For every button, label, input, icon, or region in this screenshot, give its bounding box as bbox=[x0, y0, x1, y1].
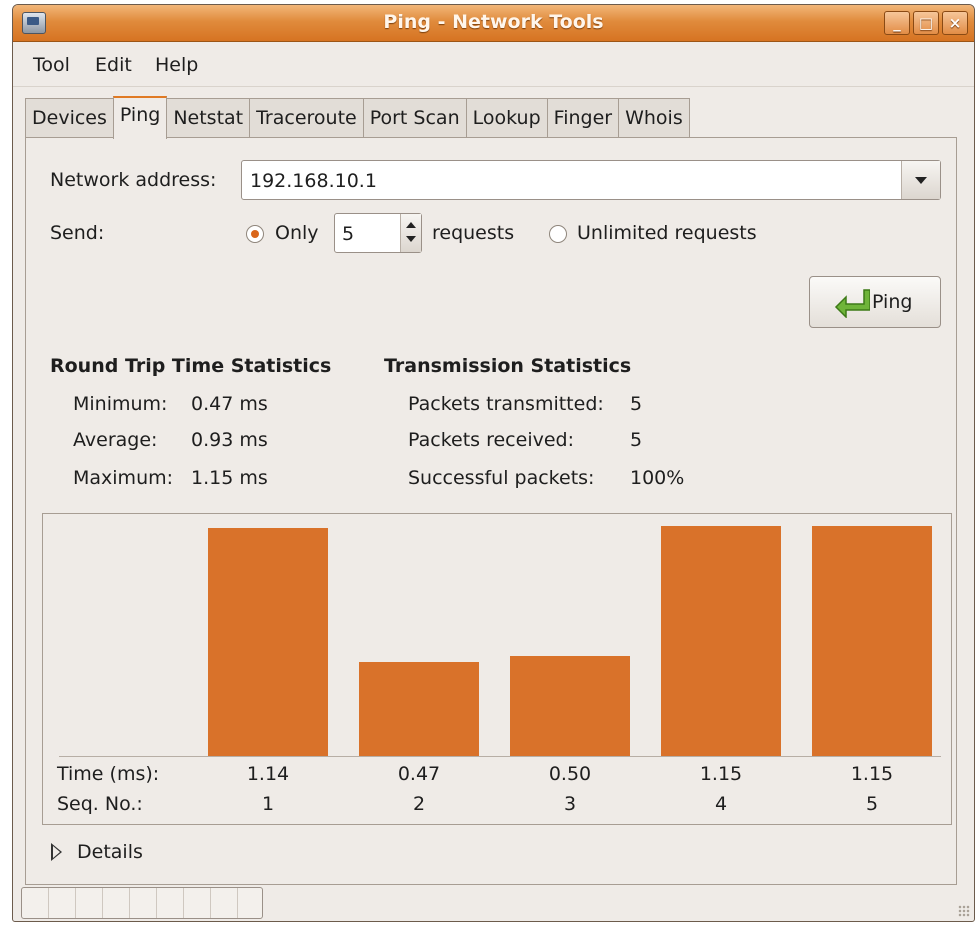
menu-edit[interactable]: Edit bbox=[95, 54, 132, 76]
rtt-min-value: 0.47 ms bbox=[191, 393, 268, 415]
seq-number-label: 4 bbox=[715, 793, 727, 815]
seq-row-label: Seq. No.: bbox=[57, 793, 143, 815]
app-window: Ping - Network Tools _ □ × Tool Edit Hel… bbox=[12, 4, 975, 922]
tab-traceroute[interactable]: Traceroute bbox=[249, 98, 364, 138]
menubar: Tool Edit Help bbox=[13, 42, 974, 87]
menu-tool[interactable]: Tool bbox=[33, 54, 70, 76]
rtt-heading: Round Trip Time Statistics bbox=[50, 355, 332, 377]
time-value-label: 0.50 bbox=[549, 763, 591, 785]
tab-strip: Devices Ping Netstat Traceroute Port Sca… bbox=[25, 96, 690, 139]
seq-number-label: 1 bbox=[262, 793, 274, 815]
tab-ping[interactable]: Ping bbox=[112, 96, 168, 139]
time-value-label: 1.15 bbox=[700, 763, 742, 785]
maximize-button[interactable]: □ bbox=[913, 11, 939, 35]
request-count-value[interactable]: 5 bbox=[342, 223, 354, 245]
time-value-label: 1.15 bbox=[851, 763, 893, 785]
packets-transmitted-label: Packets transmitted: bbox=[408, 393, 604, 415]
packets-received-value: 5 bbox=[630, 429, 643, 451]
transmission-heading: Transmission Statistics bbox=[384, 355, 632, 377]
expander-triangle-icon[interactable] bbox=[51, 843, 62, 861]
chart-bar bbox=[208, 528, 328, 756]
ping-button[interactable]: Ping bbox=[809, 276, 941, 328]
tab-lookup[interactable]: Lookup bbox=[465, 98, 548, 138]
seq-number-label: 3 bbox=[564, 793, 576, 815]
menu-help[interactable]: Help bbox=[155, 54, 198, 76]
time-value-label: 0.47 bbox=[398, 763, 440, 785]
tab-devices[interactable]: Devices bbox=[25, 98, 114, 138]
requests-label: requests bbox=[432, 222, 515, 244]
time-value-label: 1.14 bbox=[247, 763, 289, 785]
send-label: Send: bbox=[50, 222, 105, 244]
resize-grip-icon[interactable] bbox=[958, 905, 970, 917]
only-radio-label[interactable]: Only bbox=[275, 222, 319, 244]
tab-port-scan[interactable]: Port Scan bbox=[362, 98, 467, 138]
packets-transmitted-value: 5 bbox=[630, 393, 643, 415]
rtt-max-label: Maximum: bbox=[73, 467, 174, 489]
time-row-label: Time (ms): bbox=[56, 763, 159, 785]
network-address-combo[interactable]: 192.168.10.1 bbox=[241, 160, 941, 200]
seq-number-label: 2 bbox=[413, 793, 425, 815]
successful-packets-label: Successful packets: bbox=[408, 467, 595, 489]
tab-finger[interactable]: Finger bbox=[546, 98, 620, 138]
ping-button-label: Ping bbox=[872, 291, 913, 313]
only-radio[interactable] bbox=[246, 225, 264, 243]
rtt-chart: 1.14 1 0.47 2 0.50 3 1.15 4 1.15 5 Time (ms): Seq. … bbox=[42, 513, 952, 825]
rtt-avg-value: 0.93 ms bbox=[191, 429, 268, 451]
minimize-button[interactable]: _ bbox=[884, 11, 910, 35]
request-count-spinner[interactable]: 5 bbox=[334, 213, 422, 253]
unlimited-radio-label[interactable]: Unlimited requests bbox=[577, 222, 757, 244]
close-button[interactable]: × bbox=[942, 11, 968, 35]
rtt-max-value: 1.15 ms bbox=[191, 467, 268, 489]
tab-whois[interactable]: Whois bbox=[618, 98, 690, 138]
rtt-min-label: Minimum: bbox=[73, 393, 168, 415]
window-title: Ping - Network Tools bbox=[383, 11, 604, 33]
details-expander-label[interactable]: Details bbox=[77, 841, 143, 863]
seq-number-label: 5 bbox=[866, 793, 878, 815]
successful-packets-value: 100% bbox=[630, 467, 685, 489]
unlimited-radio[interactable] bbox=[549, 225, 567, 243]
chart-bar bbox=[812, 526, 932, 756]
network-address-label: Network address: bbox=[50, 169, 217, 191]
enter-arrow-icon bbox=[834, 289, 870, 318]
tab-netstat[interactable]: Netstat bbox=[166, 98, 251, 138]
rtt-avg-label: Average: bbox=[73, 429, 158, 451]
status-bar bbox=[21, 887, 263, 919]
chevron-down-icon[interactable] bbox=[901, 161, 940, 199]
rtt-chart-svg: 1.14 1 0.47 2 0.50 3 1.15 4 1.15 5 Time (ms): Seq. … bbox=[56, 526, 941, 815]
network-address-input[interactable]: 192.168.10.1 bbox=[250, 170, 377, 192]
packets-received-label: Packets received: bbox=[408, 429, 574, 451]
chart-bar bbox=[359, 662, 479, 756]
spin-arrows-icon[interactable] bbox=[400, 214, 421, 252]
chart-bar bbox=[510, 656, 630, 756]
chart-bar bbox=[661, 526, 781, 756]
title-bar[interactable]: Ping - Network Tools _ □ × bbox=[13, 5, 974, 42]
